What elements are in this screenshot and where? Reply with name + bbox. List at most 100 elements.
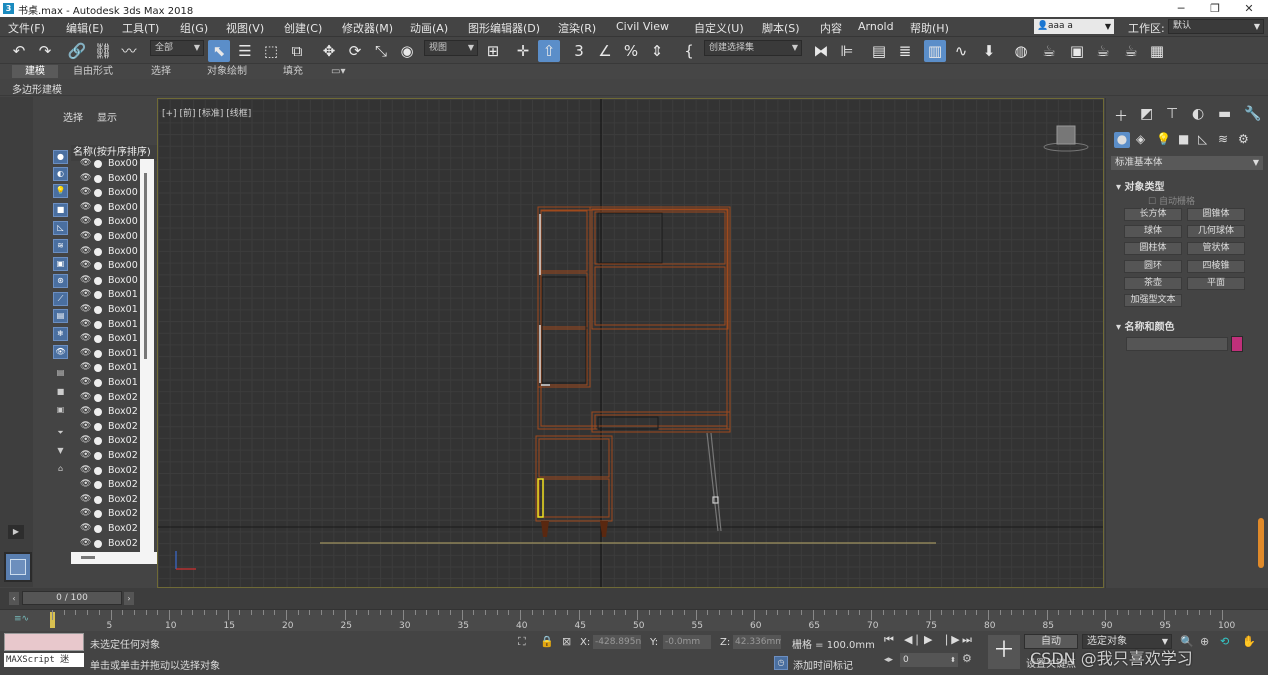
rotate-icon[interactable]: ⟳ [344,40,366,62]
motion-tab-icon[interactable]: ◐ [1192,106,1204,122]
selection-filter-dropdown[interactable]: 全部 ▼ [150,40,204,56]
select-by-name-icon[interactable]: ☰ [234,40,256,62]
menu-scripting[interactable]: 脚本(S) [762,20,800,36]
scene-tab-display[interactable]: 显示 [97,109,117,124]
render-setup-icon[interactable]: ☕ [1038,40,1060,62]
render-dot-icon[interactable] [94,452,102,460]
angle-snap-icon[interactable]: ∠ [594,40,616,62]
ribbon-tab-modeling[interactable]: 建模 [12,65,58,78]
render-in-cloud-icon[interactable]: ▦ [1146,40,1168,62]
render-dot-icon[interactable] [94,437,102,446]
menu-graph-editors[interactable]: 图形编辑器(D) [468,20,540,36]
visibility-eye-icon[interactable]: 👁 [80,406,91,416]
render-dot-icon[interactable] [94,174,102,183]
create-tab-icon[interactable]: ＋ [1114,106,1128,126]
visibility-eye-icon[interactable]: 👁 [80,377,91,387]
render-dot-icon[interactable] [94,203,102,212]
render-dot-icon[interactable] [94,335,102,344]
filter-spacewarps-icon[interactable]: ≋ [53,239,68,253]
render-dot-icon[interactable] [94,525,102,533]
render-dot-icon[interactable] [94,218,102,227]
rendered-frame-window-icon[interactable]: ▣ [1066,40,1088,62]
named-selection-dropdown[interactable]: 创建选择集 ▼ [704,40,802,56]
ribbon-tab-freeform[interactable]: 自由形式 [66,65,120,78]
orbit-icon[interactable]: ⟲ [1220,635,1229,648]
visibility-eye-icon[interactable]: 👁 [80,333,91,343]
cone-button[interactable]: 圆锥体 [1187,208,1245,221]
menu-help[interactable]: 帮助(H) [910,20,949,36]
menu-tools[interactable]: 工具(T) [122,20,159,36]
visibility-eye-icon[interactable]: 👁 [80,538,91,548]
mirror-icon[interactable]: ⧓ [810,40,832,62]
visibility-eye-icon[interactable]: 👁 [80,246,91,256]
visibility-eye-icon[interactable]: 👁 [80,362,91,372]
render-dot-icon[interactable] [94,233,102,241]
object-color-swatch[interactable] [1231,336,1243,352]
render-production-icon[interactable]: ☕ [1092,40,1114,62]
cylinder-button[interactable]: 圆柱体 [1124,242,1182,255]
render-dot-icon[interactable] [94,364,102,373]
textplus-button[interactable]: 加强型文本 [1124,294,1182,307]
manipulate-icon[interactable]: ✛ [512,40,534,62]
time-slider[interactable]: ‹ 0 / 100 › [0,588,1268,609]
display-tab-icon[interactable]: ▬ [1218,106,1231,122]
menu-arnold[interactable]: Arnold [858,20,894,33]
display-invert-icon[interactable]: ▣ [53,404,68,418]
percent-snap-icon[interactable]: % [620,40,642,62]
workspace-dropdown[interactable]: 默认 ▼ [1168,19,1264,34]
schematic-view-icon[interactable]: ⬇ [978,40,1000,62]
next-frame-icon[interactable]: ❘▶ [942,633,960,646]
menu-edit[interactable]: 编辑(E) [66,20,104,36]
render-dot-icon[interactable] [94,539,102,548]
menu-customize[interactable]: 自定义(U) [694,20,744,36]
viewport-layout-icon[interactable] [4,552,32,582]
render-dot-icon[interactable] [94,349,102,358]
helpers-category-icon[interactable]: ◺ [1198,132,1207,146]
undo-icon[interactable]: ↶ [8,40,30,62]
sphere-button[interactable]: 球体 [1124,225,1182,238]
menu-group[interactable]: 组(G) [180,20,208,36]
plane-button[interactable]: 平面 [1187,277,1245,290]
systems-category-icon[interactable]: ⚙ [1238,132,1249,146]
ribbon-tab-selection[interactable]: 选择 [144,65,178,78]
filter-funnel-icon[interactable]: ⏷ [53,427,68,441]
go-to-end-icon[interactable]: ⏭ [962,633,972,647]
layer-explorer-icon[interactable]: ≣ [894,40,916,62]
selection-lock-icon[interactable]: 🔒 [540,635,554,648]
menu-civil-view[interactable]: Civil View [616,20,669,33]
window-crossing-icon[interactable]: ⧉ [286,40,308,62]
track-bar[interactable]: ≡∿ 0510152025303540455055606570758085909… [0,609,1268,631]
mini-curve-editor-icon[interactable]: ≡∿ [14,614,29,624]
ribbon-options-icon[interactable]: ▭▾ [324,65,352,78]
render-dot-icon[interactable] [94,291,102,300]
z-coordinate-field[interactable]: 42.336mm [733,635,781,649]
visibility-eye-icon[interactable]: 👁 [80,421,91,431]
curve-editor-icon[interactable]: ∿ [950,40,972,62]
unlink-icon[interactable]: ⛓ [92,40,114,62]
visibility-eye-icon[interactable]: 👁 [80,508,91,518]
menu-content[interactable]: 内容 [820,20,842,36]
visibility-eye-icon[interactable]: 👁 [80,202,91,212]
render-dot-icon[interactable] [94,276,102,285]
keyboard-shortcut-override-icon[interactable]: ⇧ [538,40,560,62]
primitive-type-dropdown[interactable]: 标准基本体 ▼ [1111,156,1263,170]
autogrid-checkbox[interactable]: ☐ 自动栅格 [1148,194,1195,207]
ribbon-toggle-icon[interactable]: ▥ [924,40,946,62]
geometry-category-icon[interactable]: ● [1114,132,1130,148]
visibility-eye-icon[interactable]: 👁 [80,435,91,445]
user-account-dropdown[interactable]: 👤 aaa a ▼ [1034,19,1114,34]
visibility-eye-icon[interactable]: 👁 [80,216,91,226]
time-next-icon[interactable]: › [124,592,134,605]
tube-button[interactable]: 管状体 [1187,242,1245,255]
filter-hidden-icon[interactable]: 👁 [53,345,68,359]
visibility-eye-icon[interactable]: 👁 [80,275,91,285]
render-dot-icon[interactable] [94,262,102,271]
absolute-mode-icon[interactable]: ⊠ [562,635,571,648]
snaps-toggle-icon[interactable]: 3 [568,40,590,62]
render-dot-icon[interactable] [94,379,102,387]
display-all-icon[interactable]: ▤ [53,367,68,381]
add-time-tag[interactable]: 添加时间标记 [793,657,853,672]
visibility-eye-icon[interactable]: 👁 [80,348,91,358]
spinner-icon[interactable]: ⬍ [950,653,956,667]
redo-icon[interactable]: ↷ [34,40,56,62]
